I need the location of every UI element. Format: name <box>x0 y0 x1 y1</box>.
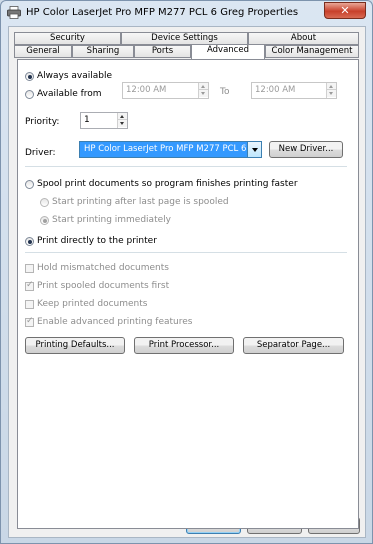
spin-down-icon[interactable] <box>118 120 127 127</box>
driver-label: Driver: <box>25 148 56 158</box>
divider <box>25 252 347 253</box>
keep-printed-label[interactable]: Keep printed documents <box>37 299 147 309</box>
spool-radio[interactable] <box>25 180 34 189</box>
hold-mismatched-checkbox[interactable] <box>25 264 34 273</box>
close-button[interactable]: ✕ <box>324 2 366 19</box>
new-driver-button[interactable]: New Driver... <box>269 141 343 158</box>
spin-down-icon[interactable] <box>327 90 336 97</box>
to-time-field[interactable]: 12:00 AM <box>251 82 337 99</box>
spin-up-icon[interactable] <box>118 113 127 120</box>
printer-icon <box>7 6 21 19</box>
keep-printed-checkbox[interactable] <box>25 300 34 309</box>
advanced-features-checkbox[interactable] <box>25 316 34 327</box>
spin-up-icon[interactable] <box>199 83 208 90</box>
immediately-label[interactable]: Start printing immediately <box>52 215 171 225</box>
available-from-radio[interactable] <box>25 90 34 99</box>
to-label: To <box>220 87 230 97</box>
spooled-first-checkbox[interactable] <box>25 280 34 291</box>
tab-ports[interactable]: Ports <box>134 45 191 58</box>
driver-select[interactable]: HP Color LaserJet Pro MFP M277 PCL 6 <box>79 141 262 158</box>
separator-page-button[interactable]: Separator Page... <box>243 337 344 354</box>
spooled-first-label[interactable]: Print spooled documents first <box>37 281 169 291</box>
tab-advanced[interactable]: Advanced <box>191 44 265 59</box>
always-available-radio[interactable] <box>25 72 34 81</box>
spin-down-icon[interactable] <box>199 90 208 97</box>
after-last-page-radio[interactable] <box>40 198 49 207</box>
print-processor-button[interactable]: Print Processor... <box>134 337 234 354</box>
available-from-label[interactable]: Available from <box>37 89 102 99</box>
advanced-panel: Always available Available from 12:00 AM… <box>17 59 359 529</box>
tab-general[interactable]: General <box>14 45 72 58</box>
from-time-field[interactable]: 12:00 AM <box>122 82 209 99</box>
tab-security[interactable]: Security <box>14 32 121 45</box>
always-available-label[interactable]: Always available <box>37 71 112 81</box>
print-directly-label[interactable]: Print directly to the printer <box>37 236 157 246</box>
priority-field[interactable]: 1 <box>80 112 128 129</box>
title-bar[interactable]: HP Color LaserJet Pro MFP M277 PCL 6 Gre… <box>1 1 372 25</box>
after-last-page-label[interactable]: Start printing after last page is spoole… <box>52 197 229 207</box>
immediately-radio[interactable] <box>40 216 49 225</box>
to-time-spinner[interactable] <box>326 83 336 98</box>
print-directly-radio[interactable] <box>25 237 34 246</box>
advanced-features-label[interactable]: Enable advanced printing features <box>37 317 192 327</box>
from-time-spinner[interactable] <box>198 83 208 98</box>
divider <box>25 166 347 167</box>
spin-up-icon[interactable] <box>327 83 336 90</box>
priority-label: Priority: <box>25 117 60 127</box>
priority-spinner[interactable] <box>117 113 127 128</box>
printing-defaults-button[interactable]: Printing Defaults... <box>25 337 125 354</box>
tab-color-management[interactable]: Color Management <box>265 45 359 58</box>
chevron-down-icon[interactable] <box>247 142 261 157</box>
dialog-client: Security Device Settings About General S… <box>8 26 366 538</box>
window-title: HP Color LaserJet Pro MFP M277 PCL 6 Gre… <box>26 7 299 18</box>
tab-sharing[interactable]: Sharing <box>72 45 134 58</box>
properties-window: HP Color LaserJet Pro MFP M277 PCL 6 Gre… <box>0 0 373 544</box>
spool-label[interactable]: Spool print documents so program finishe… <box>37 179 298 189</box>
hold-mismatched-label[interactable]: Hold mismatched documents <box>37 263 169 273</box>
